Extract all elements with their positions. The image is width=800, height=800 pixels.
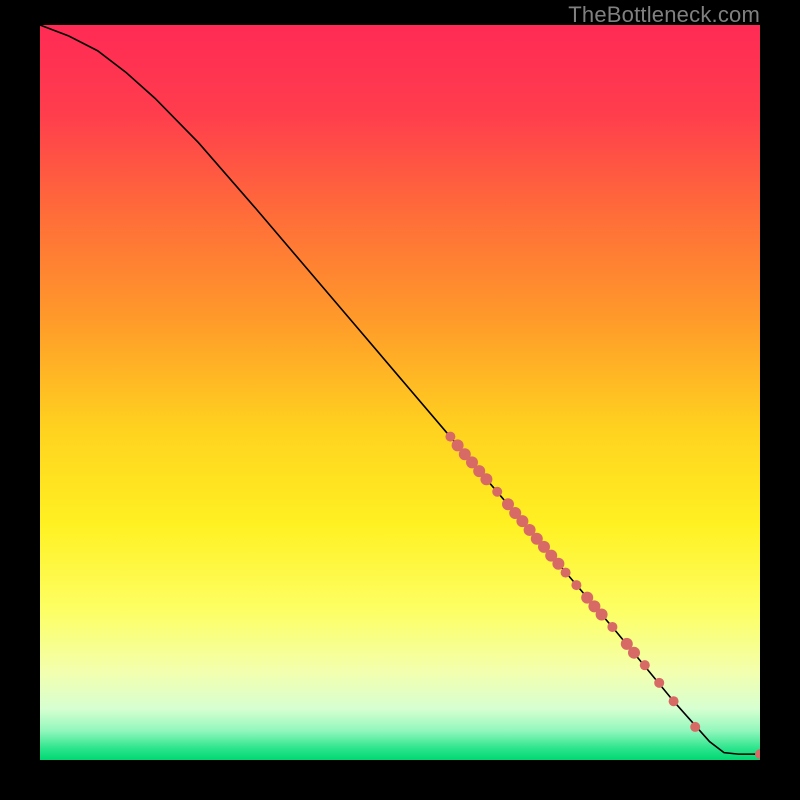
- chart-svg: [40, 25, 760, 760]
- data-marker: [480, 473, 492, 485]
- gradient-background: [40, 25, 760, 760]
- data-marker: [445, 432, 455, 442]
- data-marker: [596, 608, 608, 620]
- data-marker: [571, 580, 581, 590]
- data-marker: [640, 660, 650, 670]
- data-marker: [628, 647, 640, 659]
- chart-container: TheBottleneck.com: [0, 0, 800, 800]
- data-marker: [690, 722, 700, 732]
- plot-area: [40, 25, 760, 760]
- data-marker: [669, 696, 679, 706]
- data-marker: [561, 568, 571, 578]
- data-marker: [552, 558, 564, 570]
- data-marker: [654, 678, 664, 688]
- data-marker: [607, 622, 617, 632]
- data-marker: [492, 487, 502, 497]
